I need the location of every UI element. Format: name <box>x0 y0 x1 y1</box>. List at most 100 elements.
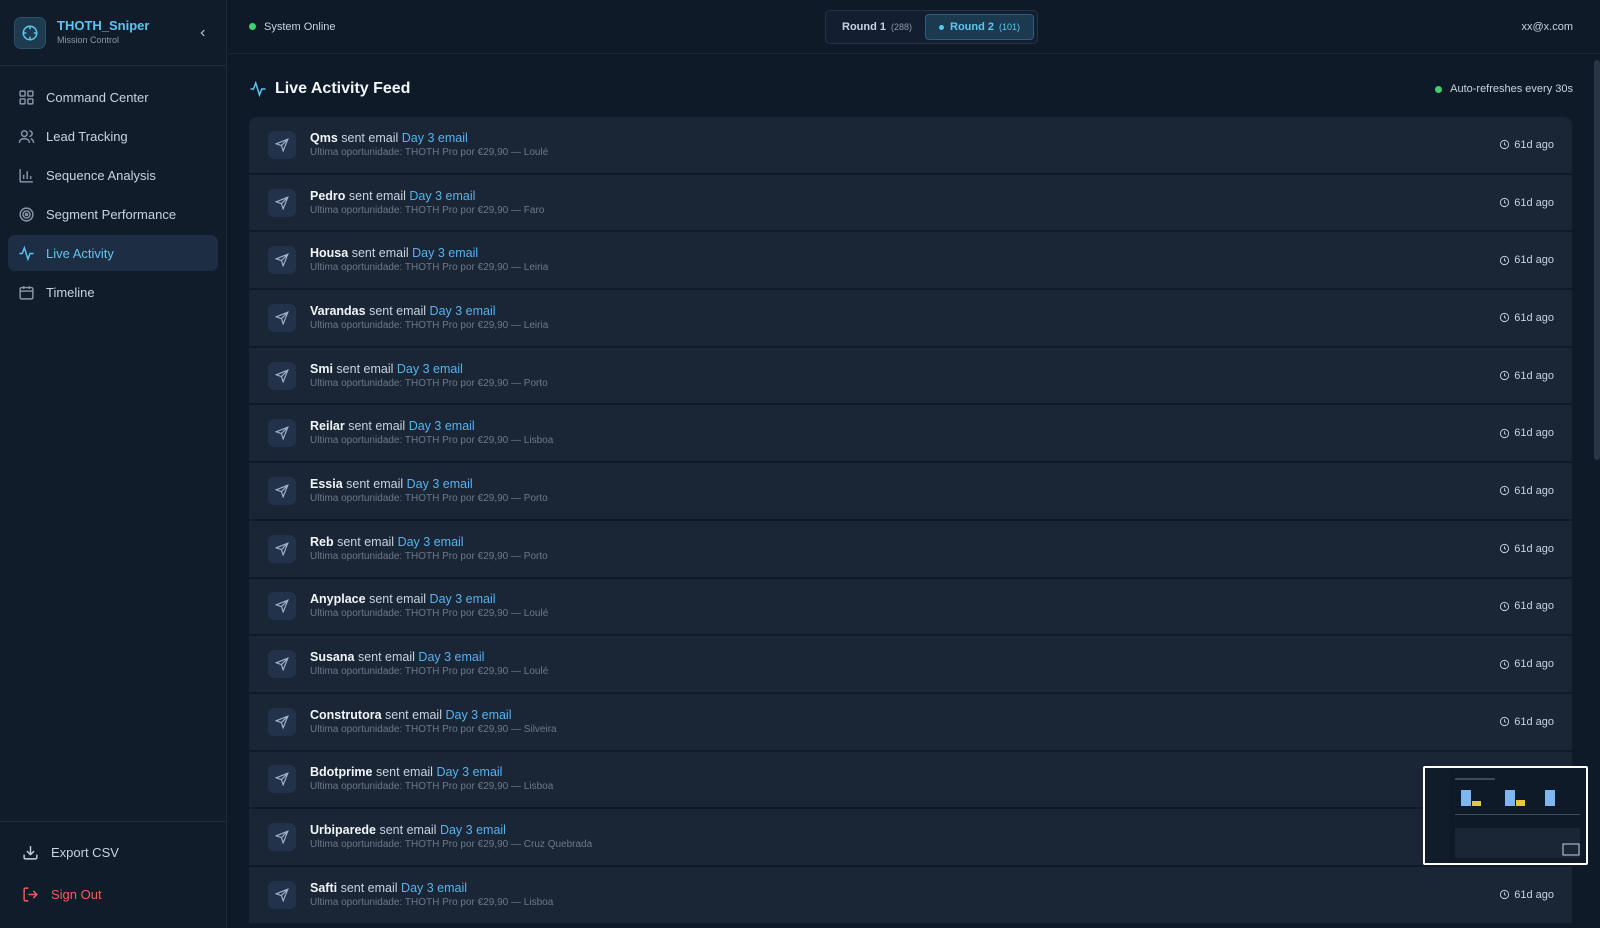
action-text: sent email <box>348 419 406 434</box>
nav-item-timeline[interactable]: Timeline <box>8 274 218 310</box>
user-email[interactable]: xx@x.com <box>1521 21 1573 33</box>
email-subject: Ultima oportunidade: THOTH Pro por €29,9… <box>310 377 548 389</box>
clock-icon <box>1500 140 1510 150</box>
row-summary: Housa sent email Day 3 email <box>310 245 548 261</box>
feed-row[interactable]: Pedro sent email Day 3 email Ultima opor… <box>249 174 1572 233</box>
nav-item-sequence-analysis[interactable]: Sequence Analysis <box>8 157 218 193</box>
feed-row[interactable]: Bdotprime sent email Day 3 email Ultima … <box>249 751 1572 810</box>
send-icon <box>268 303 296 332</box>
feed-row[interactable]: Susana sent email Day 3 email Ultima opo… <box>249 636 1572 694</box>
lead-name[interactable]: Qms <box>310 131 338 145</box>
feed-row[interactable]: Reb sent email Day 3 email Ultima oportu… <box>249 520 1572 579</box>
row-text: Varandas sent email Day 3 email Ultima o… <box>310 303 548 333</box>
time-ago: 61d ago <box>1514 715 1554 728</box>
row-text: Reb sent email Day 3 email Ultima oportu… <box>310 534 548 564</box>
email-step-link[interactable]: Day 3 email <box>397 362 463 376</box>
download-icon <box>23 845 38 860</box>
lead-name[interactable]: Reb <box>310 535 334 549</box>
system-status: System Online <box>249 21 336 33</box>
time-ago: 61d ago <box>1514 254 1554 267</box>
email-step-link[interactable]: Day 3 email <box>401 881 467 895</box>
row-timestamp: 61d ago <box>1499 716 1554 728</box>
feed-row[interactable]: Housa sent email Day 3 email Ultima opor… <box>249 232 1572 291</box>
nav-item-live-activity[interactable]: Live Activity <box>8 235 218 271</box>
lead-name[interactable]: Essia <box>310 477 343 491</box>
email-step-link[interactable]: Day 3 email <box>409 419 475 433</box>
lead-name[interactable]: Reilar <box>310 419 345 433</box>
clock-icon <box>1500 890 1510 900</box>
email-step-link[interactable]: Day 3 email <box>430 592 496 606</box>
row-summary: Anyplace sent email Day 3 email <box>310 591 548 607</box>
round-2-button[interactable]: Round 2 (101) <box>925 14 1035 40</box>
feed-row[interactable]: Smi sent email Day 3 email Ultima oportu… <box>249 347 1572 406</box>
send-icon <box>268 361 296 390</box>
page-scrollbar[interactable] <box>1594 60 1600 460</box>
lead-name[interactable]: Bdotprime <box>310 765 373 779</box>
row-summary: Qms sent email Day 3 email <box>310 130 548 146</box>
lead-name[interactable]: Susana <box>310 650 354 664</box>
lead-name[interactable]: Varandas <box>310 304 366 318</box>
feed-row[interactable]: Reilar sent email Day 3 email Ultima opo… <box>249 405 1572 464</box>
lead-name[interactable]: Anyplace <box>310 592 366 606</box>
feed-row[interactable]: Anyplace sent email Day 3 email Ultima o… <box>249 578 1572 637</box>
row-timestamp: 61d ago <box>1499 197 1554 209</box>
nav-item-lead-tracking[interactable]: Lead Tracking <box>8 118 218 154</box>
feed-row[interactable]: Essia sent email Day 3 email Ultima opor… <box>249 463 1572 521</box>
email-step-link[interactable]: Day 3 email <box>412 246 478 260</box>
email-step-link[interactable]: Day 3 email <box>407 477 473 491</box>
email-step-link[interactable]: Day 3 email <box>398 535 464 549</box>
export-csv-button[interactable]: Export CSV <box>0 834 226 870</box>
email-step-link[interactable]: Day 3 email <box>436 765 502 779</box>
calendar-icon <box>19 285 34 300</box>
row-summary: Reb sent email Day 3 email <box>310 534 548 550</box>
feed-row[interactable]: Varandas sent email Day 3 email Ultima o… <box>249 290 1572 348</box>
email-step-link[interactable]: Day 3 email <box>409 189 475 203</box>
lead-name[interactable]: Safti <box>310 881 337 895</box>
send-icon <box>268 765 296 794</box>
lead-name[interactable]: Housa <box>310 246 348 260</box>
feed-row[interactable]: Safti sent email Day 3 email Ultima opor… <box>249 866 1572 925</box>
round-label: Round 2 <box>950 21 995 33</box>
clock-icon <box>1500 717 1510 727</box>
row-summary: Susana sent email Day 3 email <box>310 649 548 665</box>
bar-chart-icon <box>19 168 33 183</box>
row-timestamp: 61d ago <box>1499 370 1554 382</box>
row-summary: Construtora sent email Day 3 email <box>310 707 557 723</box>
email-subject: Ultima oportunidade: THOTH Pro por €29,9… <box>310 896 554 908</box>
email-step-link[interactable]: Day 3 email <box>430 304 496 318</box>
row-text: Anyplace sent email Day 3 email Ultima o… <box>310 591 548 621</box>
sign-out-button[interactable]: Sign Out <box>0 876 226 912</box>
nav-item-command-center[interactable]: Command Center <box>8 79 218 115</box>
email-step-link[interactable]: Day 3 email <box>445 708 511 722</box>
feed-row[interactable]: Construtora sent email Day 3 email Ultim… <box>249 693 1572 752</box>
page-title: Live Activity Feed <box>275 80 411 97</box>
collapse-sidebar-button[interactable] <box>194 24 212 42</box>
row-summary: Pedro sent email Day 3 email <box>310 188 544 204</box>
activity-icon <box>19 245 34 261</box>
activity-feed-list[interactable]: Qms sent email Day 3 email Ultima oportu… <box>249 117 1572 928</box>
activity-icon <box>250 80 266 98</box>
time-ago: 61d ago <box>1514 484 1554 497</box>
send-icon <box>268 823 296 852</box>
feed-row[interactable]: Qms sent email Day 3 email Ultima oportu… <box>249 117 1572 175</box>
round-count: (288) <box>891 22 913 32</box>
screen-thumbnail-preview[interactable] <box>1423 766 1588 865</box>
nav-item-segment-performance[interactable]: Segment Performance <box>8 196 218 232</box>
email-subject: Ultima oportunidade: THOTH Pro por €29,9… <box>310 723 557 735</box>
clock-icon <box>1500 428 1510 438</box>
lead-name[interactable]: Urbiparede <box>310 823 376 837</box>
status-text: System Online <box>264 20 336 33</box>
feed-row[interactable]: Urbiparede sent email Day 3 email Ultima… <box>249 809 1572 867</box>
action-text: sent email <box>357 650 415 665</box>
email-step-link[interactable]: Day 3 email <box>402 131 468 145</box>
row-timestamp: 61d ago <box>1499 543 1554 555</box>
lead-name[interactable]: Construtora <box>310 708 382 722</box>
lead-name[interactable]: Pedro <box>310 189 345 203</box>
refresh-dot <box>1435 85 1443 93</box>
email-step-link[interactable]: Day 3 email <box>418 650 484 664</box>
nav-label: Lead Tracking <box>46 128 128 144</box>
email-step-link[interactable]: Day 3 email <box>440 823 506 837</box>
round-1-button[interactable]: Round 1 (288) <box>829 14 925 40</box>
lead-name[interactable]: Smi <box>310 362 333 376</box>
row-timestamp: 61d ago <box>1499 889 1554 901</box>
